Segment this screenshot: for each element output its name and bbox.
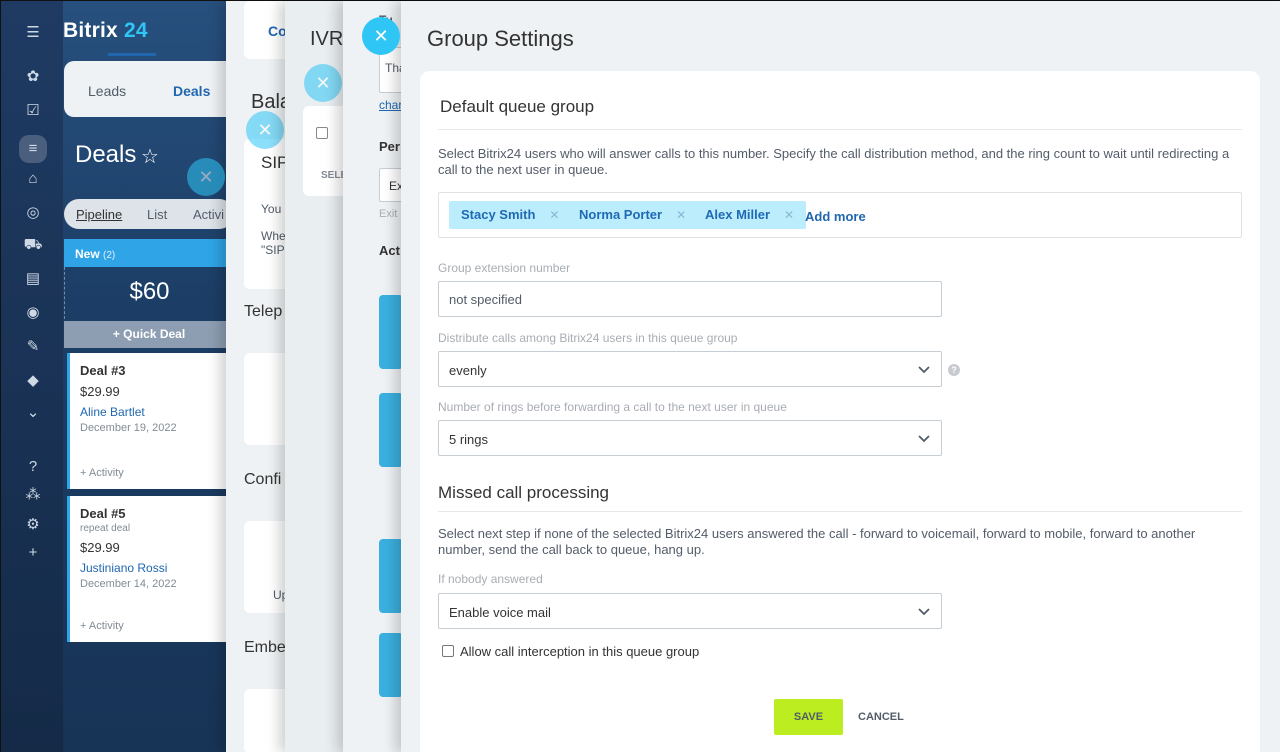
close-icon[interactable]: ✕ <box>246 111 284 149</box>
user-selector[interactable]: Stacy Smith ✕ Norma Porter ✕ Alex Miller ✕ … <box>438 192 1242 238</box>
deal-card[interactable]: Deal #3 $29.99 Aline Bartlet December 19… <box>67 353 237 489</box>
section-description: Select Bitrix24 users who will answer ca… <box>438 146 1230 177</box>
tasks-icon[interactable]: ☑ <box>23 101 43 121</box>
action-tile[interactable] <box>379 539 403 613</box>
section-title-default-queue: Default queue group <box>440 97 595 116</box>
action-tile[interactable] <box>379 295 403 369</box>
panel-text: Per <box>379 139 400 154</box>
stage-header: New (2) <box>64 239 234 267</box>
field-label: If nobody answered <box>438 572 543 586</box>
divider <box>438 129 1242 130</box>
more-icon[interactable]: ⌄ <box>23 403 43 423</box>
remove-icon[interactable]: ✕ <box>676 208 686 222</box>
nobody-answered-select[interactable]: Enable voice mail <box>438 593 942 629</box>
help-icon[interactable]: ? <box>23 457 43 477</box>
contacts-icon[interactable]: ▤ <box>23 269 43 289</box>
view-activities[interactable]: Activi <box>193 207 224 222</box>
dialog-title: Group Settings <box>427 26 574 51</box>
panel-section: Confi <box>244 471 282 488</box>
user-chip[interactable]: Norma Porter ✕ <box>567 201 699 229</box>
tab-leads[interactable]: Leads <box>88 83 126 99</box>
save-button[interactable]: SAVE <box>774 699 843 735</box>
group-settings-card: Default queue group Select Bitrix24 user… <box>420 71 1260 752</box>
panel-text: You <box>261 202 282 216</box>
quick-deal-button[interactable]: + Quick Deal <box>64 321 234 348</box>
cart-icon[interactable]: ⛟ <box>23 235 43 255</box>
view-tabs: Pipeline List Activi <box>64 199 234 229</box>
plus-icon[interactable]: + <box>23 543 43 563</box>
box-icon[interactable]: ◆ <box>23 371 43 391</box>
chevron-down-icon <box>918 435 930 443</box>
panel-section: Telep <box>244 303 283 320</box>
extension-number-field[interactable]: not specified <box>438 281 942 317</box>
chevron-down-icon <box>918 608 930 616</box>
cancel-button[interactable]: CANCEL <box>858 699 904 735</box>
call-interception-row[interactable]: Allow call interception in this queue gr… <box>442 644 699 659</box>
page-title: Deals <box>75 141 137 168</box>
divider <box>438 511 1242 512</box>
field-label: Group extension number <box>438 261 571 275</box>
field-label: Distribute calls among Bitrix24 users in… <box>438 331 738 345</box>
call-interception-checkbox[interactable] <box>442 645 454 657</box>
deal-card[interactable]: Deal #5 repeat deal $29.99 Justiniano Ro… <box>67 496 237 642</box>
stage-sum: $60 <box>64 267 234 319</box>
sign-icon[interactable]: ✎ <box>23 337 43 357</box>
feed-icon[interactable]: ✿ <box>23 67 43 87</box>
crm-icon[interactable]: ≡ <box>19 135 47 163</box>
add-more-link[interactable]: Add more <box>805 209 866 224</box>
action-tile[interactable] <box>379 393 403 467</box>
menu-icon[interactable]: ☰ <box>23 23 43 43</box>
target-icon[interactable]: ◎ <box>23 203 43 223</box>
robot-icon[interactable]: ◉ <box>23 303 43 323</box>
user-chip[interactable]: Alex Miller ✕ <box>693 201 807 229</box>
panel-text: "SIP <box>261 243 285 257</box>
tab-deals[interactable]: Deals <box>173 83 210 99</box>
panel-text: Whe <box>261 229 286 243</box>
view-pipeline[interactable]: Pipeline <box>76 207 122 222</box>
close-icon[interactable]: ✕ <box>304 64 342 102</box>
star-icon[interactable]: ☆ <box>141 144 159 169</box>
brand-logo[interactable]: Bitrix 24 <box>63 19 148 43</box>
close-icon[interactable]: ✕ <box>187 158 225 196</box>
action-tile[interactable] <box>379 633 403 697</box>
section-description: Select next step if none of the selected… <box>438 526 1196 557</box>
view-list[interactable]: List <box>147 207 167 222</box>
chevron-down-icon <box>918 366 930 374</box>
user-chip[interactable]: Stacy Smith ✕ <box>449 201 572 229</box>
panel-link[interactable]: char <box>379 98 402 112</box>
panel-text: Exit <box>379 208 398 220</box>
panel-section: Embe <box>244 639 286 656</box>
settings-icon[interactable]: ⚙ <box>23 515 43 535</box>
crm-tabs: Leads Deals <box>64 61 244 117</box>
section-title-missed-call: Missed call processing <box>438 483 610 502</box>
close-icon[interactable]: ✕ <box>362 17 400 55</box>
help-icon[interactable]: ? <box>948 364 960 376</box>
app-sidebar: ☰ ✿ ☑ ≡ ⌂ ◎ ⛟ ▤ ◉ ✎ ◆ ⌄ ? ⁂ ⚙ + <box>1 1 65 752</box>
field-label: Number of rings before forwarding a call… <box>438 400 787 414</box>
remove-icon[interactable]: ✕ <box>549 208 559 222</box>
tab-underline <box>108 53 156 56</box>
panel-checkbox[interactable] <box>316 127 328 139</box>
structure-icon[interactable]: ⁂ <box>23 485 43 505</box>
bank-icon[interactable]: ⌂ <box>23 169 43 189</box>
panel-text: Act <box>379 243 400 258</box>
panel-tab[interactable]: Co <box>268 23 287 39</box>
panel-title: IVR <box>310 28 344 50</box>
remove-icon[interactable]: ✕ <box>784 208 794 222</box>
distribution-select[interactable]: evenly <box>438 351 942 387</box>
rings-select[interactable]: 5 rings <box>438 420 942 456</box>
